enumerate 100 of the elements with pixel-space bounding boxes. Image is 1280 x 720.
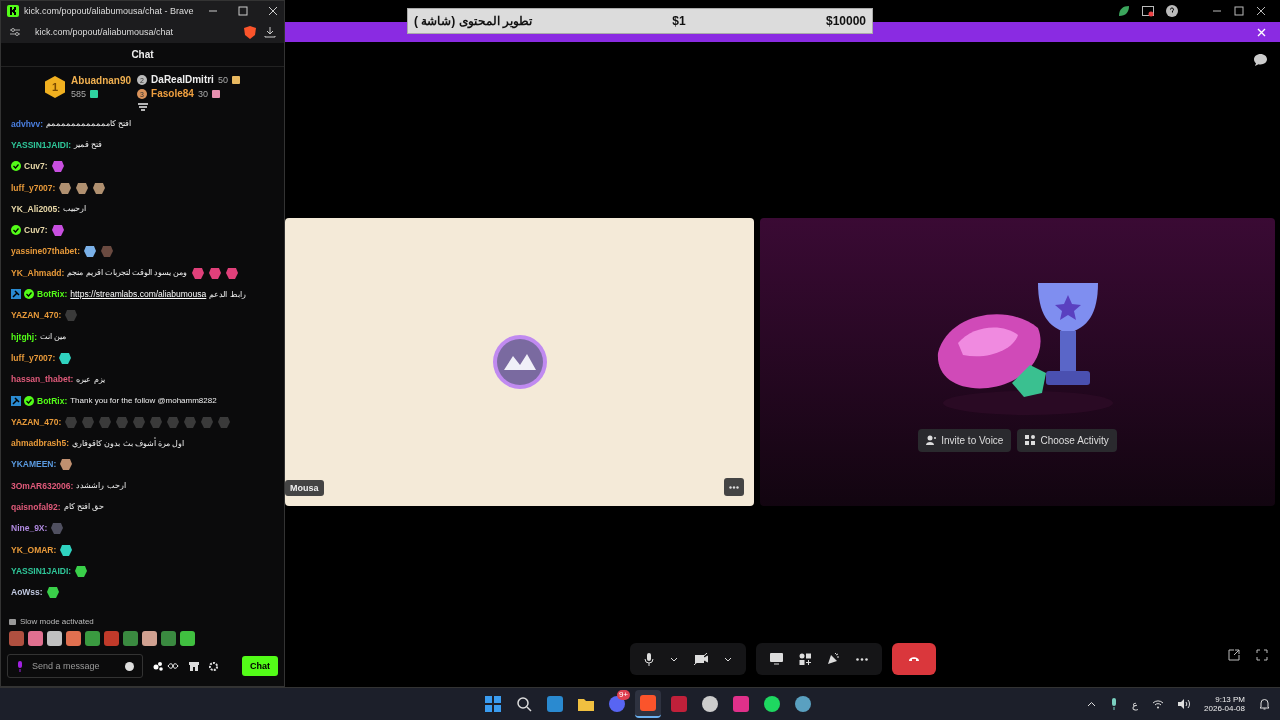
phone-icon [907, 656, 920, 662]
wifi-icon[interactable] [1152, 699, 1165, 709]
chat-username[interactable]: hassan_thabet: [11, 374, 74, 385]
leader-count: 50 [217, 74, 228, 85]
emoji-icon[interactable] [125, 661, 134, 671]
chat-message: رابط الدعم [209, 289, 246, 299]
chat-username[interactable]: YAZAN_470: [11, 416, 62, 427]
chat-message: فتح قمير [74, 140, 103, 150]
chat-username[interactable]: BotRix: [37, 289, 68, 299]
app-icon[interactable] [578, 696, 594, 712]
chat-link[interactable]: https://streamlabs.com/aliabumousa [70, 289, 207, 299]
fullscreen-icon[interactable] [1256, 649, 1268, 661]
app-icon[interactable] [764, 696, 780, 712]
kick-logo-icon [7, 5, 19, 17]
chat-bubble-icon[interactable] [1254, 54, 1267, 66]
leader-count: 30 [197, 88, 208, 99]
chevron-down-icon[interactable] [723, 656, 732, 662]
chat-username[interactable]: Cuv7: [24, 161, 48, 172]
leader-count: 585 [71, 88, 87, 99]
leader-name: Abuadnan90 [71, 74, 132, 86]
screen-share-icon[interactable] [769, 653, 783, 665]
clock-time[interactable]: 9:13 PM [1215, 695, 1245, 704]
chat-notice-icon [9, 618, 16, 625]
chat-username[interactable]: YAZAN_470: [11, 310, 62, 321]
bell-icon[interactable] [1259, 698, 1270, 710]
rank-badge: 1 [45, 75, 66, 98]
activity-button[interactable]: Choose Activity [1017, 428, 1117, 452]
chat-username[interactable]: yassine07thabet: [11, 246, 80, 257]
chat-message: اول مرة أشوف بث بدون كاقوفاري [72, 438, 185, 448]
overlay-title: تطوير المحتوى (شاشة ) [414, 14, 532, 28]
chat-username[interactable]: BotRix: [37, 395, 68, 406]
message-box[interactable]: Send a message [7, 654, 143, 678]
chat-message: ارحب راششدد [76, 481, 126, 491]
site-settings-icon[interactable] [9, 27, 21, 37]
person-add-icon [926, 435, 937, 445]
close-icon[interactable] [1256, 6, 1266, 16]
chat-message: افتح كاممممممممممممم [46, 119, 132, 129]
settings-icon[interactable] [209, 661, 218, 671]
invite-button[interactable]: Invite to Voice [918, 428, 1012, 452]
send-chat-button[interactable]: Chat [242, 656, 278, 676]
activities-icon[interactable] [798, 653, 811, 665]
slow-mode-notice: Slow mode activated [20, 617, 94, 626]
chat-username[interactable]: qaisnofal92: [11, 502, 61, 512]
chat-username[interactable]: ahmadbrash5: [11, 438, 70, 449]
chat-username[interactable]: advhvv: [11, 118, 44, 129]
close-icon[interactable] [268, 6, 278, 16]
expand-icon[interactable] [137, 103, 148, 111]
chat-username[interactable]: YASSIN1JAIDI: [11, 565, 72, 576]
leaf-icon[interactable] [1118, 5, 1130, 17]
points-icon[interactable] [153, 661, 179, 671]
chat-username[interactable]: Nine_9X: [11, 523, 48, 534]
hang-up-button[interactable] [891, 643, 936, 675]
chat-username[interactable]: Cuv7: [24, 225, 48, 236]
window-title: kick.com/popout/aliabumousa/chat - Brave [24, 6, 195, 16]
chat-username[interactable]: hjtghj: [11, 331, 37, 342]
camera-off-icon[interactable] [693, 653, 708, 665]
chevron-down-icon[interactable] [669, 656, 678, 662]
video-tile[interactable]: Mousa [285, 218, 754, 506]
inbox-icon[interactable] [1142, 5, 1154, 17]
leader-name: DaRealDmitri [151, 74, 214, 85]
taskbar-app[interactable] [635, 690, 661, 718]
chat-username[interactable]: YKAMEEN: [11, 459, 57, 470]
chat-username[interactable]: YK_Ahmadd: [11, 267, 65, 278]
chat-message: مين انت [39, 332, 67, 342]
overlay-price: $1 [672, 14, 686, 28]
store-icon[interactable] [189, 661, 199, 671]
taskbar-app[interactable]: 9+ [604, 690, 630, 718]
help-icon[interactable] [1166, 5, 1178, 17]
chat-username[interactable]: 3OmAR632006: [11, 480, 74, 491]
message-input[interactable]: Send a message [30, 660, 119, 672]
chevron-up-icon[interactable] [1087, 701, 1097, 707]
speaker-icon[interactable] [1178, 699, 1191, 709]
more-icon[interactable] [724, 478, 744, 496]
chat-username[interactable]: luff_y7007: [11, 352, 56, 363]
pop-out-icon[interactable] [1228, 649, 1240, 661]
chat-username[interactable]: YK_OMAR: [11, 544, 57, 555]
chat-username[interactable]: YK_Ali2005: [11, 203, 61, 214]
maximize-icon[interactable] [1234, 6, 1244, 16]
chat-message: حق افتح كام [63, 502, 105, 512]
input-language[interactable]: ع [1132, 698, 1139, 710]
app-icon[interactable] [702, 696, 718, 712]
more-icon[interactable] [855, 657, 868, 661]
overlay-goal: $10000 [825, 14, 866, 28]
chat-username[interactable]: YASSIN1JAIDI: [11, 139, 72, 150]
search-icon[interactable] [516, 696, 532, 712]
maximize-icon[interactable] [238, 6, 248, 16]
download-icon[interactable] [264, 26, 276, 38]
microphone-icon[interactable] [1110, 698, 1119, 710]
notification-badge: 9+ [616, 690, 630, 700]
avatar-icon [491, 334, 548, 390]
shield-icon[interactable] [244, 25, 256, 39]
windows-icon[interactable] [485, 696, 501, 712]
chat-username[interactable]: luff_y7007: [11, 182, 56, 193]
chat-header: Chat [1, 43, 284, 67]
microphone-icon[interactable] [643, 652, 654, 666]
soundboard-icon[interactable] [826, 653, 840, 665]
app-icon[interactable] [795, 696, 811, 712]
chat-username[interactable]: AoWss: [11, 587, 43, 598]
clock-date[interactable]: 2026-04-08 [1204, 704, 1245, 713]
name-tag: Mousa [285, 480, 324, 496]
